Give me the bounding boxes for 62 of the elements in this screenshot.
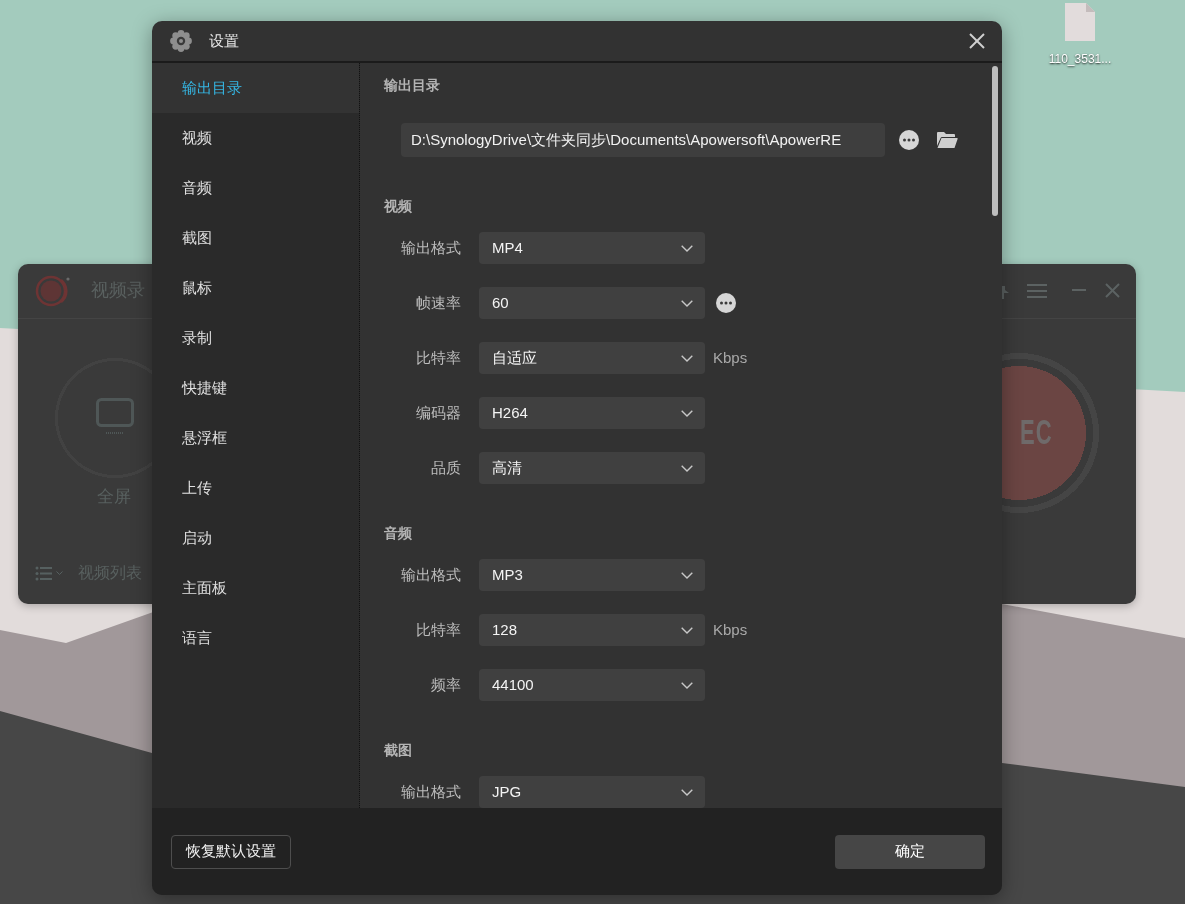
chevron-down-icon xyxy=(681,299,693,307)
section-heading: 音频 xyxy=(384,524,413,542)
field-label: 比特率 xyxy=(415,620,461,640)
sidebar-item[interactable]: 音频 xyxy=(152,163,359,213)
section-heading: 视频 xyxy=(384,197,413,215)
dropdown[interactable]: JPG xyxy=(479,776,705,808)
chevron-down-icon xyxy=(681,681,693,689)
settings-icon xyxy=(170,30,192,52)
chevron-down-icon xyxy=(681,571,693,579)
dialog-title: 设置 xyxy=(209,31,239,51)
chevron-down-icon xyxy=(681,626,693,634)
sidebar-item[interactable]: 鼠标 xyxy=(152,263,359,313)
pin-icon[interactable] xyxy=(1002,284,1010,300)
sidebar-item[interactable]: 视频 xyxy=(152,113,359,163)
chevron-down-icon xyxy=(681,409,693,417)
sidebar-item[interactable]: 录制 xyxy=(152,313,359,363)
dropdown[interactable]: 128 xyxy=(479,614,705,646)
sidebar-item[interactable]: 主面板 xyxy=(152,563,359,613)
minimize-icon[interactable] xyxy=(1072,289,1086,291)
more-icon[interactable] xyxy=(899,130,919,150)
field-label: 编码器 xyxy=(415,403,461,423)
sidebar-item[interactable]: 悬浮框 xyxy=(152,413,359,463)
section-heading: 截图 xyxy=(384,741,413,759)
section-heading: 输出目录 xyxy=(384,76,441,94)
sidebar-item[interactable]: 语言 xyxy=(152,613,359,663)
folder-icon[interactable] xyxy=(936,131,958,149)
chevron-down-icon xyxy=(681,244,693,252)
field-label: 品质 xyxy=(430,458,461,478)
dropdown[interactable]: 44100 xyxy=(479,669,705,701)
sidebar-item[interactable]: 启动 xyxy=(152,513,359,563)
field-label: 输出格式 xyxy=(400,782,461,802)
reset-button[interactable]: 恢复默认设置 xyxy=(171,834,291,869)
file-icon xyxy=(1064,2,1096,42)
list-icon xyxy=(35,565,52,581)
field-label: 输出格式 xyxy=(400,238,461,258)
chevron-down-icon xyxy=(681,464,693,472)
unit-label: Kbps xyxy=(713,620,748,640)
dropdown[interactable]: 高清 xyxy=(479,452,705,484)
chevron-down-icon xyxy=(681,354,693,362)
field-label: 频率 xyxy=(430,675,461,695)
sidebar-item[interactable]: 快捷键 xyxy=(152,363,359,413)
caret-icon xyxy=(56,571,63,575)
dropdown[interactable]: 60 xyxy=(479,287,705,319)
sidebar-item[interactable]: 输出目录 xyxy=(152,63,359,113)
field-label: 帧速率 xyxy=(415,293,461,313)
dropdown[interactable]: H264 xyxy=(479,397,705,429)
chevron-down-icon xyxy=(681,788,693,796)
dropdown[interactable]: MP4 xyxy=(479,232,705,264)
dropdown[interactable]: MP3 xyxy=(479,559,705,591)
field-label: 输出格式 xyxy=(400,565,461,585)
field-label: 比特率 xyxy=(415,348,461,368)
dropdown[interactable]: 自适应 xyxy=(479,342,705,374)
confirm-button[interactable]: 确定 xyxy=(835,834,985,869)
logo-icon xyxy=(34,275,72,307)
menu-icon[interactable] xyxy=(1027,284,1047,298)
monitor-icon xyxy=(96,398,134,436)
scrollbar-thumb[interactable] xyxy=(992,66,998,216)
sidebar-item[interactable]: 截图 xyxy=(152,213,359,263)
unit-label: Kbps xyxy=(713,348,748,368)
sidebar-item[interactable]: 上传 xyxy=(152,463,359,513)
more-icon[interactable] xyxy=(716,293,736,313)
path-field[interactable]: D:\SynologyDrive\文件夹同步\Documents\Apowersoft\ApowerRE xyxy=(401,123,885,157)
